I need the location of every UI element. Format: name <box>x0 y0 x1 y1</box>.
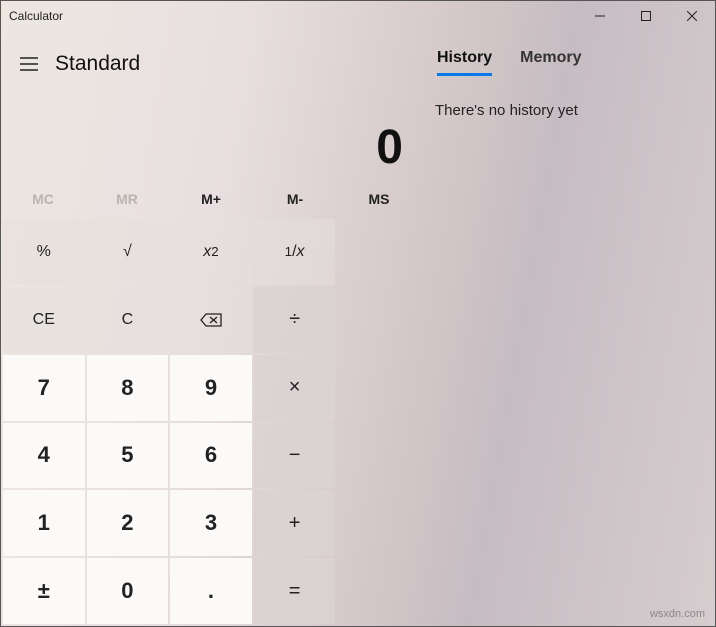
backspace-button[interactable] <box>170 287 252 353</box>
maximize-icon <box>641 11 651 21</box>
square-button[interactable]: x2 <box>170 219 252 285</box>
add-button[interactable]: + <box>254 490 336 556</box>
side-panel: History Memory There's no history yet <box>421 31 715 626</box>
percent-button[interactable]: % <box>3 219 85 285</box>
decimal-button[interactable]: . <box>170 558 252 624</box>
digit-0-button[interactable]: 0 <box>87 558 169 624</box>
calculator-window: Calculator Standard 0 <box>0 0 716 627</box>
window-controls <box>577 1 715 31</box>
minimize-button[interactable] <box>577 1 623 31</box>
titlebar: Calculator <box>1 1 715 31</box>
clear-button[interactable]: C <box>87 287 169 353</box>
calculator-panel: Standard 0 MC MR M+ M- MS % √ x2 1/x CE … <box>1 31 421 626</box>
clear-entry-button[interactable]: CE <box>3 287 85 353</box>
multiply-button[interactable]: × <box>254 355 336 421</box>
tab-history[interactable]: History <box>437 49 492 76</box>
digit-8-button[interactable]: 8 <box>87 355 169 421</box>
tab-memory[interactable]: Memory <box>520 49 581 76</box>
digit-9-button[interactable]: 9 <box>170 355 252 421</box>
digit-4-button[interactable]: 4 <box>3 423 85 489</box>
keypad: % √ x2 1/x CE C ÷ 7 8 9 × 4 5 6 <box>1 217 421 626</box>
recip-one: 1 <box>285 244 292 259</box>
recip-x: x <box>297 243 305 261</box>
hamburger-icon <box>20 57 38 71</box>
window-title: Calculator <box>9 9 63 23</box>
mode-row: Standard <box>1 31 421 91</box>
memory-clear-button[interactable]: MC <box>1 181 85 217</box>
digit-3-button[interactable]: 3 <box>170 490 252 556</box>
minimize-icon <box>595 11 605 21</box>
memory-add-button[interactable]: M+ <box>169 181 253 217</box>
menu-button[interactable] <box>9 44 49 84</box>
subtract-button[interactable]: − <box>254 423 336 489</box>
history-empty-message: There's no history yet <box>433 102 703 119</box>
maximize-button[interactable] <box>623 1 669 31</box>
square-x: x <box>203 243 211 261</box>
sqrt-button[interactable]: √ <box>87 219 169 285</box>
tabs: History Memory <box>433 37 703 76</box>
memory-recall-button[interactable]: MR <box>85 181 169 217</box>
digit-7-button[interactable]: 7 <box>3 355 85 421</box>
digit-6-button[interactable]: 6 <box>170 423 252 489</box>
memory-subtract-button[interactable]: M- <box>253 181 337 217</box>
digit-1-button[interactable]: 1 <box>3 490 85 556</box>
square-sup: 2 <box>211 244 218 259</box>
watermark: wsxdn.com <box>650 608 705 620</box>
mode-label[interactable]: Standard <box>55 52 140 76</box>
reciprocal-button[interactable]: 1/x <box>254 219 336 285</box>
backspace-icon <box>200 313 222 327</box>
close-button[interactable] <box>669 1 715 31</box>
content-area: Standard 0 MC MR M+ M- MS % √ x2 1/x CE … <box>1 31 715 626</box>
display: 0 <box>1 91 421 181</box>
memory-store-button[interactable]: MS <box>337 181 421 217</box>
digit-2-button[interactable]: 2 <box>87 490 169 556</box>
sign-button[interactable]: ± <box>3 558 85 624</box>
equals-button[interactable]: = <box>254 558 336 624</box>
memory-row: MC MR M+ M- MS <box>1 181 421 217</box>
close-icon <box>687 11 697 21</box>
display-value: 0 <box>376 120 403 175</box>
divide-button[interactable]: ÷ <box>254 287 336 353</box>
digit-5-button[interactable]: 5 <box>87 423 169 489</box>
